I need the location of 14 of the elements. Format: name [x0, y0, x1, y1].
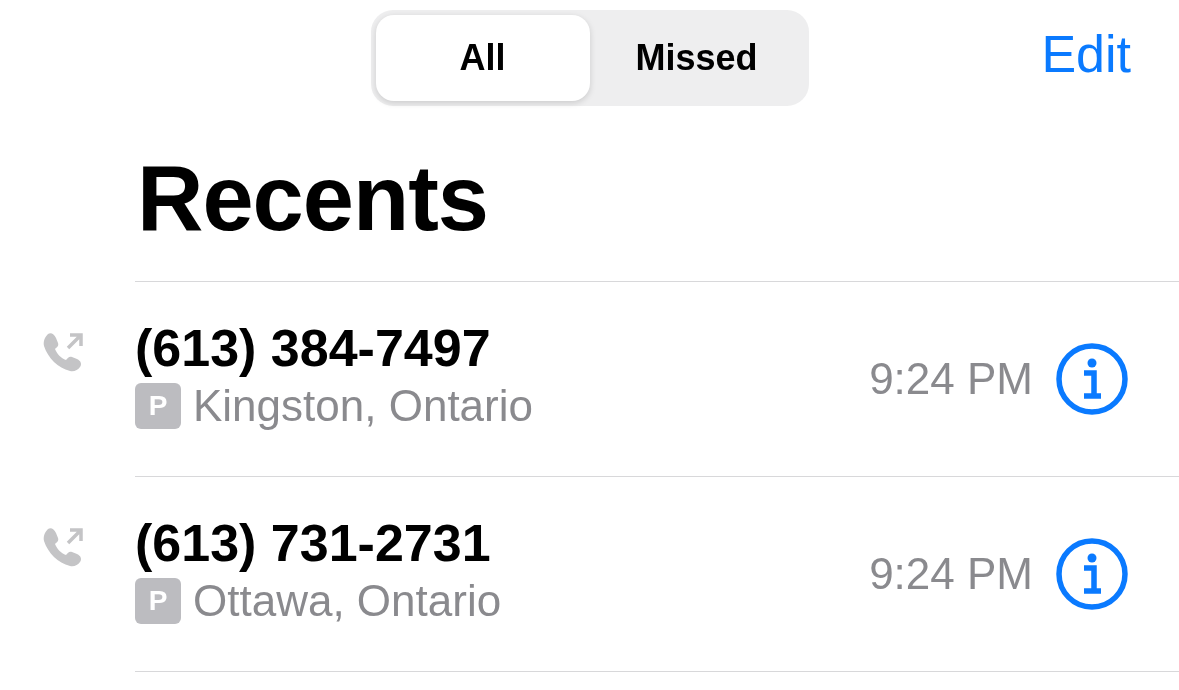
info-icon[interactable] [1055, 537, 1129, 611]
call-location: Kingston, Ontario [193, 380, 533, 432]
segment-tab[interactable]: Missed [589, 15, 804, 101]
call-time: 9:24 PM [869, 354, 1033, 404]
contact-badge: P [135, 383, 181, 429]
call-location: Ottawa, Ontario [193, 575, 502, 627]
segment-tab[interactable]: All [375, 15, 590, 101]
call-time: 9:24 PM [869, 549, 1033, 599]
info-icon[interactable] [1055, 342, 1129, 416]
contact-badge: P [135, 578, 181, 624]
edit-button[interactable]: Edit [1041, 24, 1131, 84]
phone-number: (613) 731-2731 [135, 513, 492, 574]
page-title: Recents [137, 146, 489, 251]
phone-number: (613) 384-7497 [135, 318, 492, 379]
